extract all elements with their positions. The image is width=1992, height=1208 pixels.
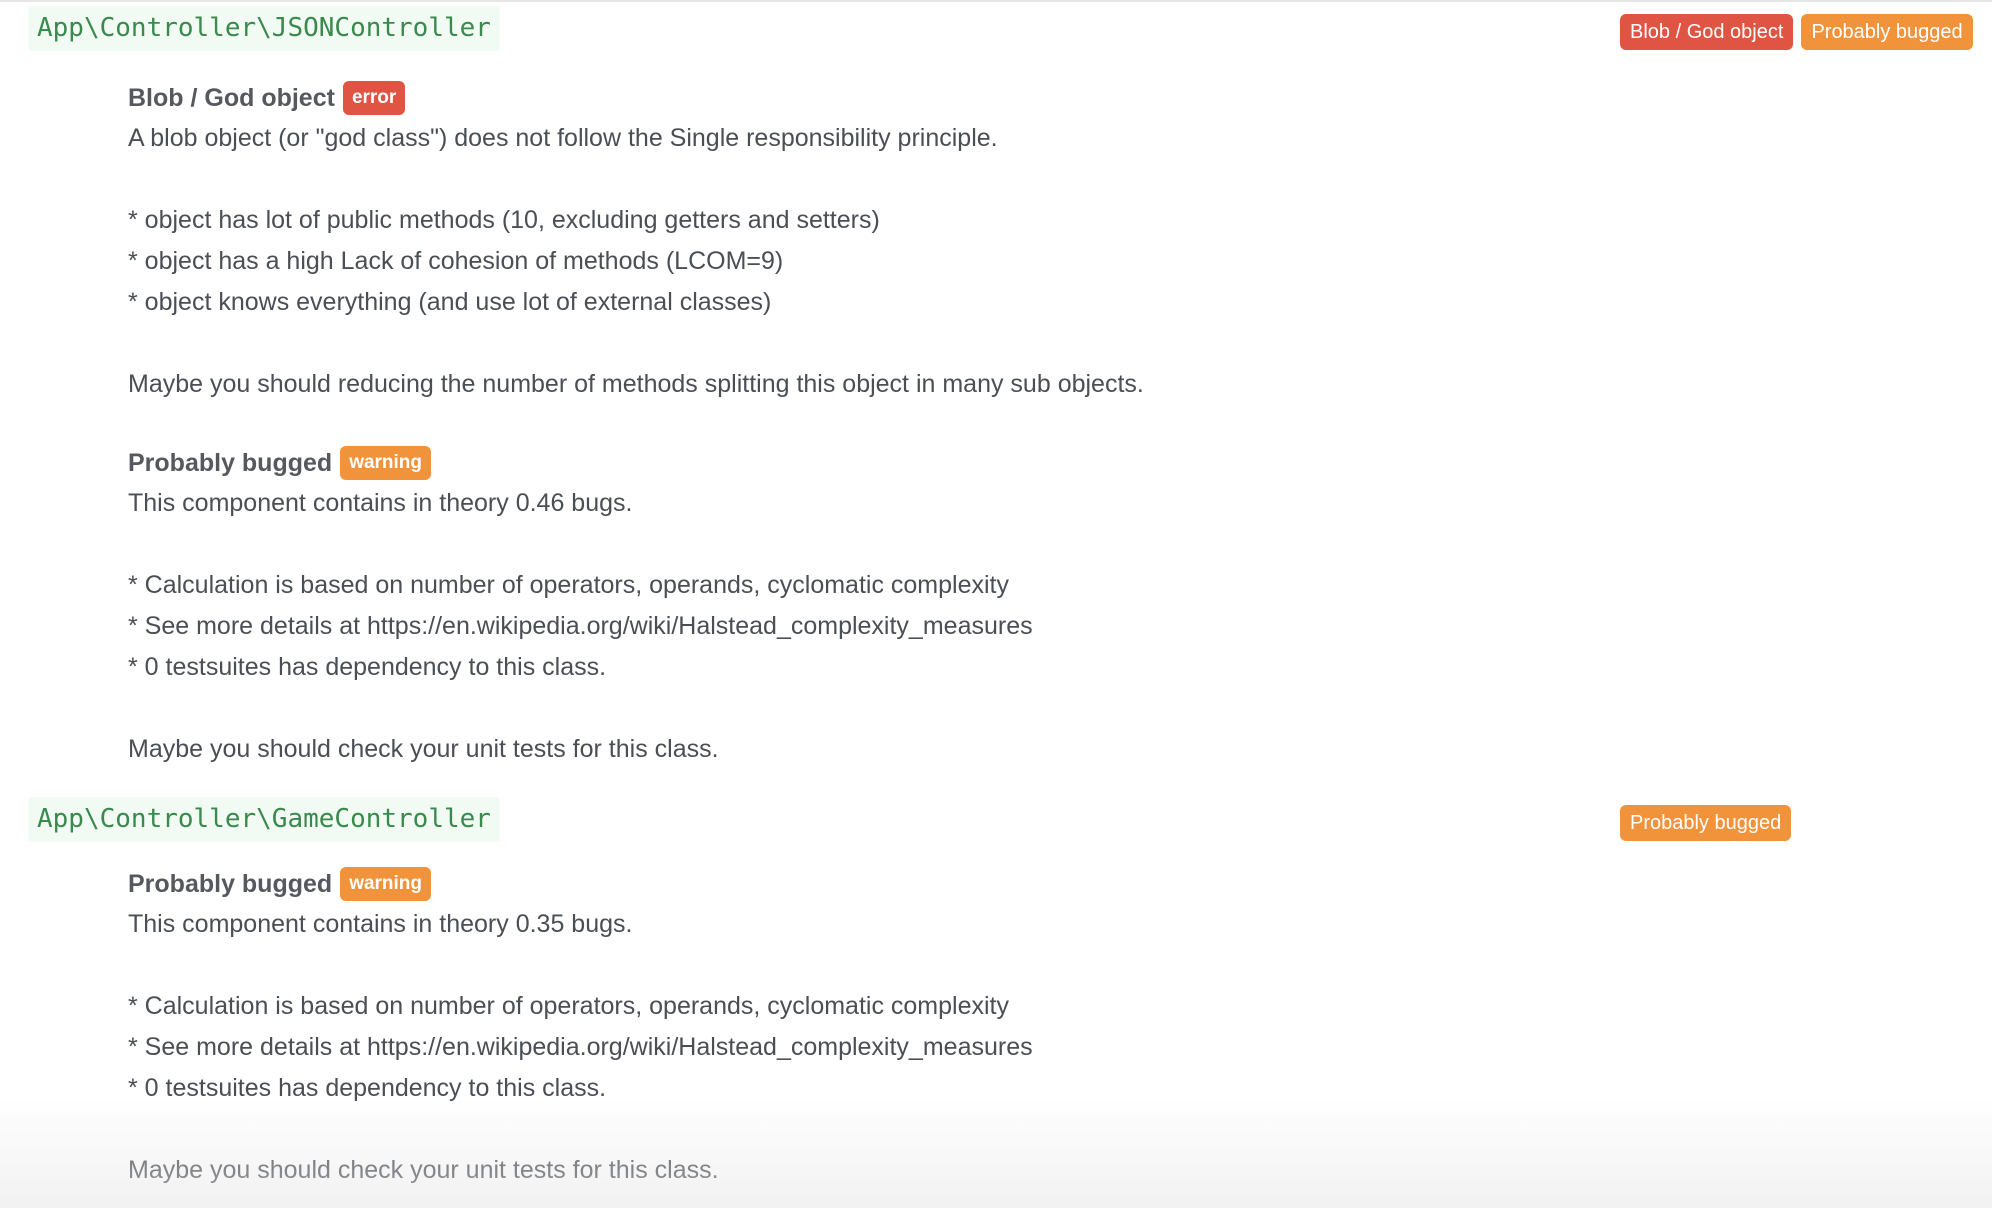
issue-line: This component contains in theory 0.35 b… [128,910,633,938]
issue-title: Probably bugged [128,448,333,477]
issue-line: * object has a high Lack of cohesion of … [128,247,784,275]
issue-header: Blob / God object error [128,78,1144,118]
violations-page: App\Controller\JSONController Blob / God… [0,0,1992,1208]
issue-line: A blob object (or "god class") does not … [128,124,998,152]
issue-line: * Calculation is based on number of oper… [128,571,1009,599]
issue-line: This component contains in theory 0.46 b… [128,489,633,517]
class-name: App\Controller\JSONController [28,6,500,51]
issue-line: * 0 testsuites has dependency to this cl… [128,1074,607,1102]
level-badge-warning: warning [340,867,432,901]
issue-blob-god-object: Blob / God object error A blob object (o… [128,78,1144,405]
violation-tags: Probably bugged [1620,805,1792,841]
issue-line: * object knows everything (and use lot o… [128,288,772,316]
tag-probably-bugged: Probably bugged [1620,805,1792,841]
issue-title: Blob / God object [128,83,335,112]
issue-title: Probably bugged [128,869,333,898]
issue-probably-bugged: Probably bugged warning This component c… [128,443,1033,770]
level-badge-warning: warning [340,446,432,480]
issue-line: Maybe you should reducing the number of … [128,370,1144,398]
issue-probably-bugged: Probably bugged warning This component c… [128,864,1033,1191]
issue-line: * See more details at https://en.wikiped… [128,612,1033,640]
tag-probably-bugged: Probably bugged [1801,14,1973,50]
tag-blob-god-object: Blob / God object [1620,14,1794,50]
issue-line: * Calculation is based on number of oper… [128,992,1009,1020]
issue-line: Maybe you should check your unit tests f… [128,1156,719,1184]
issue-header: Probably bugged warning [128,443,1033,483]
class-name: App\Controller\GameController [28,797,500,842]
issue-line: * object has lot of public methods (10, … [128,206,880,234]
issue-line: Maybe you should check your unit tests f… [128,735,719,763]
violation-tags: Blob / God object Probably bugged [1620,14,1973,50]
issue-line: * 0 testsuites has dependency to this cl… [128,653,607,681]
issue-header: Probably bugged warning [128,864,1033,904]
issue-line: * See more details at https://en.wikiped… [128,1033,1033,1061]
level-badge-error: error [342,81,406,115]
